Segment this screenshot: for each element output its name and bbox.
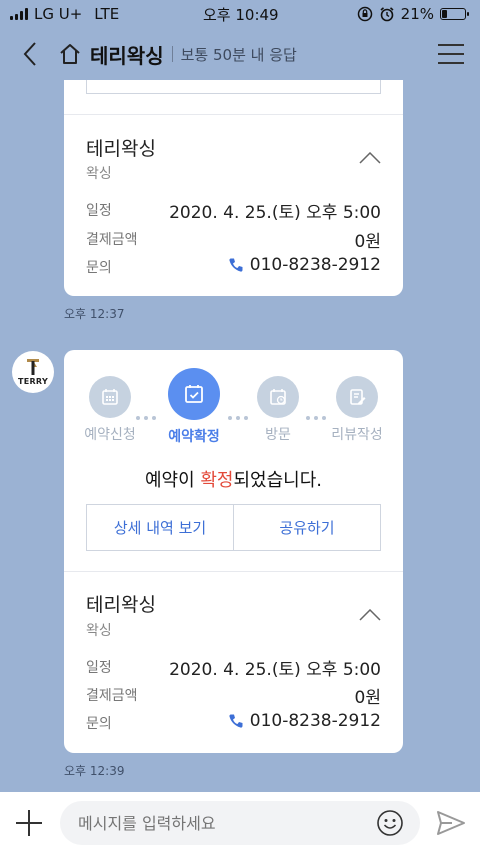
phone-link[interactable]: 010-8238-2912: [228, 711, 381, 731]
step-review-circle: [336, 376, 378, 418]
payment-label: 결제금액: [86, 688, 138, 704]
phone-link[interactable]: 010-8238-2912: [228, 255, 381, 275]
title-divider: [171, 46, 173, 62]
payment-label: 결제금액: [86, 232, 138, 248]
payment-value: 0원: [354, 232, 381, 252]
phone-icon: [229, 258, 243, 272]
step-confirmed-label: 예약확정: [168, 429, 220, 445]
chat-header: 테리왁싱 보통 50분 내 응답: [0, 28, 480, 80]
step-visit: 방문: [238, 376, 318, 444]
step-confirmed-circle: [168, 368, 220, 420]
emoji-icon[interactable]: [376, 809, 404, 837]
partial-button[interactable]: [86, 80, 381, 94]
message-highlight: 확정: [200, 470, 234, 491]
status-left: LG U+ LTE: [10, 5, 119, 23]
phone-icon: [229, 714, 243, 728]
business-category: 왁싱: [86, 623, 112, 639]
message-timestamp: 오후 12:37: [64, 307, 125, 321]
card-separator: [64, 571, 403, 572]
step-request-circle: [89, 376, 131, 418]
confirmation-message: 예약이 확정되었습니다.: [64, 466, 403, 492]
details-button[interactable]: 상세 내역 보기: [87, 505, 233, 550]
phone-number: 010-8238-2912: [249, 711, 381, 731]
menu-icon[interactable]: [438, 44, 464, 64]
reservation-steps: 예약신청 예약확정 방문 리뷰작성: [64, 368, 403, 452]
payment-value: 0원: [354, 688, 381, 708]
home-icon[interactable]: [58, 42, 82, 66]
message-input-bar: [0, 792, 480, 854]
calendar-grid-icon: [102, 389, 118, 405]
rotation-lock-icon: [357, 6, 372, 22]
status-bar: LG U+ LTE 오후 10:49 21%: [0, 0, 480, 28]
step-request-label: 예약신청: [84, 427, 136, 443]
action-buttons: 상세 내역 보기 공유하기: [86, 504, 381, 551]
business-name: 테리왁싱: [86, 594, 156, 616]
alarm-icon: [380, 7, 394, 22]
step-connector: [136, 416, 156, 420]
chevron-left-icon: [23, 42, 36, 66]
step-confirmed: 예약확정: [154, 368, 234, 446]
terry-logo-icon: [27, 359, 39, 375]
review-edit-icon: [350, 389, 366, 405]
business-name: 테리왁싱: [86, 138, 156, 160]
inquiry-label: 문의: [86, 716, 112, 732]
card-separator: [64, 114, 403, 115]
schedule-label: 일정: [86, 203, 112, 219]
battery-fill: [442, 10, 447, 18]
calendar-clock-icon: [270, 389, 286, 405]
signal-icon: [10, 8, 28, 20]
avatar[interactable]: TERRY: [12, 351, 54, 393]
response-time: 보통 50분 내 응답: [180, 45, 297, 64]
send-icon[interactable]: [436, 810, 466, 836]
step-visit-circle: [257, 376, 299, 418]
status-right: 21%: [357, 5, 469, 23]
step-review-label: 리뷰작성: [331, 427, 383, 443]
share-button[interactable]: 공유하기: [233, 505, 380, 550]
chevron-up-icon[interactable]: [359, 609, 381, 621]
step-review: 리뷰작성: [317, 376, 397, 444]
phone-number: 010-8238-2912: [249, 255, 381, 275]
message-suffix: 되었습니다.: [233, 470, 323, 491]
step-visit-label: 방문: [265, 427, 291, 443]
network-label: LTE: [94, 5, 120, 23]
avatar-text: TERRY: [17, 377, 49, 386]
battery-percent: 21%: [400, 5, 434, 23]
message-prefix: 예약이: [144, 470, 201, 491]
battery-icon: [440, 8, 469, 20]
plus-icon[interactable]: [14, 808, 44, 838]
message-input[interactable]: [60, 801, 420, 845]
clock: 오후 10:49: [203, 5, 279, 24]
schedule-label: 일정: [86, 660, 112, 676]
chat-title: 테리왁싱: [90, 43, 164, 68]
message-timestamp: 오후 12:39: [64, 764, 125, 778]
step-request: 예약신청: [70, 376, 150, 444]
calendar-check-icon: [185, 385, 203, 403]
schedule-value: 2020. 4. 25.(토) 오후 5:00: [169, 203, 381, 223]
inquiry-label: 문의: [86, 260, 112, 276]
chevron-up-icon[interactable]: [359, 152, 381, 164]
schedule-value: 2020. 4. 25.(토) 오후 5:00: [169, 660, 381, 680]
back-button[interactable]: [16, 40, 44, 68]
previous-reservation-card: 테리왁싱 왁싱 일정 2020. 4. 25.(토) 오후 5:00 결제금액 …: [64, 80, 403, 296]
carrier-label: LG U+: [34, 5, 83, 23]
business-category: 왁싱: [86, 166, 112, 182]
reservation-confirmed-card: 예약신청 예약확정 방문 리뷰작성 예약이 확정되었습니다. 상세 내역 보기 …: [64, 350, 403, 753]
